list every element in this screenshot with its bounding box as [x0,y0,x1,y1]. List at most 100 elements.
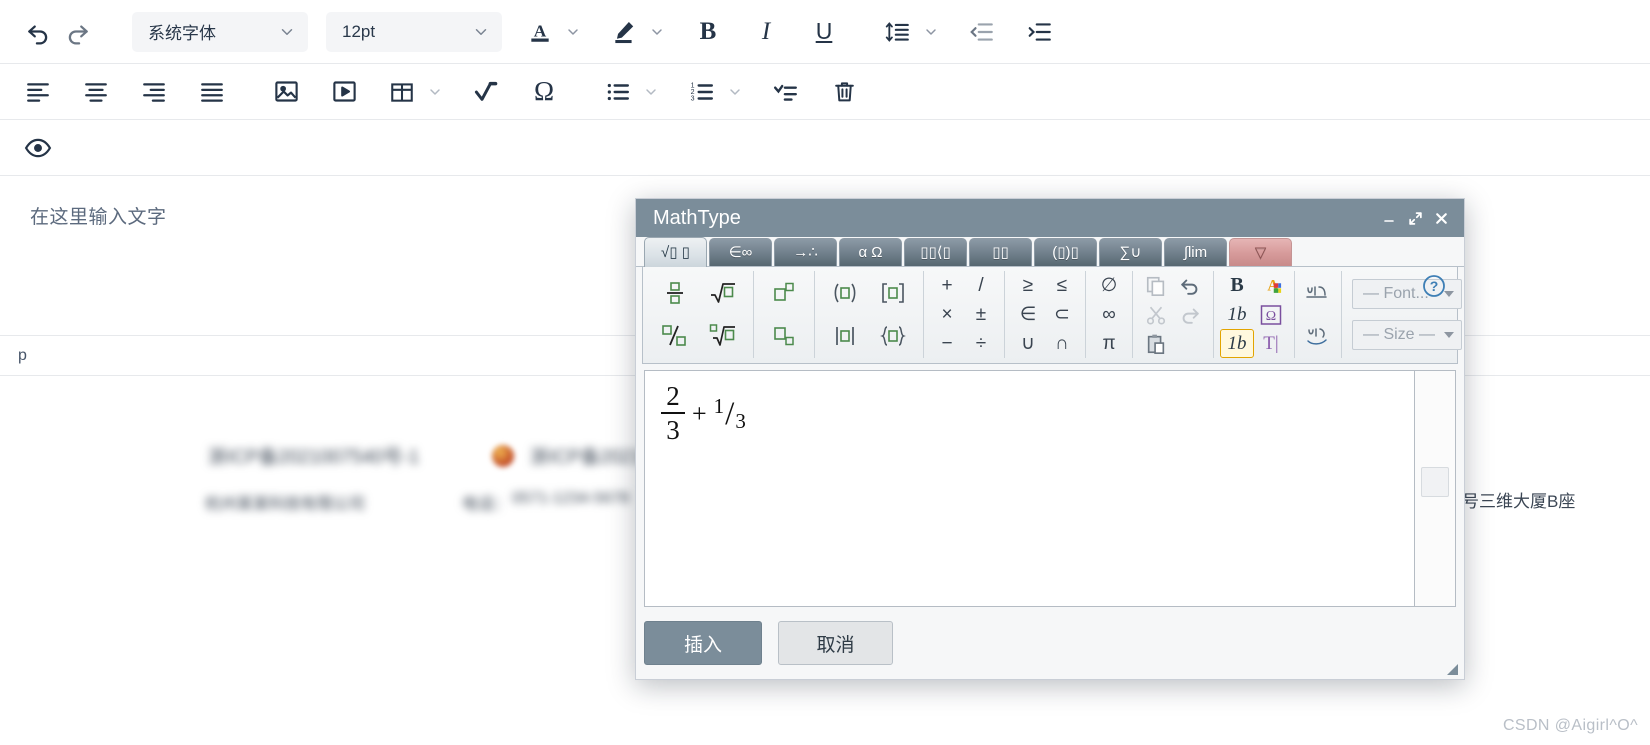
help-button[interactable]: ? [1421,273,1447,299]
operator-times[interactable]: × [930,300,964,329]
size-combo-label: — Size — [1363,325,1436,343]
outdent-button[interactable] [962,12,1002,52]
redo-button[interactable] [1173,300,1207,329]
arabic-script-button-1[interactable] [1301,278,1335,307]
todo-list-button[interactable] [766,72,806,112]
relation-leq[interactable]: ≤ [1045,271,1079,300]
special-character-button[interactable]: Ω [524,72,564,112]
tab-arrows-logic[interactable]: →∴ [774,238,837,267]
subscript-template[interactable] [760,322,808,351]
bold-style-button[interactable]: B [1220,271,1254,300]
slash-fraction-denominator: 3 [735,409,746,433]
minimize-button[interactable] [1376,203,1402,233]
arabic-script-button-2[interactable] [1301,322,1335,351]
nth-root-template[interactable] [699,322,747,351]
italic-1b-icon: 1b [1227,303,1247,325]
close-button[interactable] [1428,203,1454,233]
relation-geq[interactable]: ≥ [1011,271,1045,300]
bold-button[interactable]: B [688,12,728,52]
tab-scripts[interactable]: ▯▯ [969,238,1032,267]
symbol-emptyset[interactable]: ∅ [1092,271,1126,300]
tab-accents[interactable]: (▯)▯ [1034,238,1097,267]
relation-union[interactable]: ∪ [1011,329,1045,358]
copy-button[interactable] [1139,271,1173,300]
operator-slash[interactable]: / [964,271,998,300]
insert-image-button[interactable] [266,72,306,112]
undo-button[interactable] [1173,271,1207,300]
color-style-button[interactable]: A [1254,271,1288,300]
line-height-dropdown[interactable] [918,12,944,52]
numbered-list-button[interactable]: 1 2 3 [682,72,722,112]
text-color-dropdown[interactable] [560,12,586,52]
resize-handle[interactable] [1447,664,1458,675]
todo-list-icon [773,79,799,105]
highlight-color-dropdown[interactable] [644,12,670,52]
tab-matrices[interactable]: ▯▯⟨▯ [904,238,967,267]
operator-divide[interactable]: ÷ [964,329,998,358]
symbol-style-button[interactable]: Ω [1254,300,1288,329]
tab-fractions-radicals[interactable]: √▯ ▯ [644,237,707,267]
tab-greek-letters[interactable]: α Ω [839,238,902,267]
bullet-list-button[interactable] [598,72,638,112]
align-right-button[interactable] [134,72,174,112]
font-size-value: 12pt [342,21,376,41]
paren-template[interactable] [821,278,869,307]
indent-button[interactable] [1020,12,1060,52]
superscript-template[interactable] [760,278,808,307]
bracket-template[interactable] [869,278,917,307]
maximize-button[interactable] [1402,203,1428,233]
line-height-button[interactable] [878,12,918,52]
tab-integrals-limits[interactable]: ∫lim [1164,238,1227,267]
preview-button[interactable] [18,128,58,168]
square-root-template[interactable] [699,278,747,307]
redo-button[interactable] [58,12,98,52]
cut-button[interactable] [1139,300,1173,329]
mathtype-equation-canvas[interactable]: 2 3 + 1 / 3 [644,370,1415,607]
highlight-color-button[interactable] [604,12,644,52]
operator-plusminus[interactable]: ± [964,300,998,329]
insert-table-button[interactable] [382,72,422,112]
image-icon [273,78,300,105]
symbol-pi[interactable]: π [1092,329,1126,358]
paste-button[interactable] [1139,329,1173,358]
italic-button[interactable]: I [746,12,786,52]
clear-content-button[interactable] [824,72,864,112]
underline-button[interactable]: U [804,12,844,52]
relation-intersection[interactable]: ∩ [1045,329,1079,358]
mathtype-title-bar[interactable]: MathType [636,199,1464,237]
symbol-infinity[interactable]: ∞ [1092,300,1126,329]
insert-formula-button[interactable] [466,72,506,112]
text-color-button[interactable]: A [520,12,560,52]
text-style-button[interactable]: T| [1254,329,1288,358]
mathtype-scrollbar[interactable] [1415,370,1456,607]
math-style-button[interactable]: 1b [1220,329,1254,358]
bullet-list-dropdown[interactable] [638,72,664,112]
operator-minus[interactable]: − [930,329,964,358]
italic-style-button[interactable]: 1b [1220,300,1254,329]
table-dropdown[interactable] [422,72,448,112]
align-left-button[interactable] [18,72,58,112]
operator-plus[interactable]: + [930,271,964,300]
font-family-select[interactable]: 系统字体 [132,11,308,52]
relation-subset[interactable]: ⊂ [1045,300,1079,329]
scrollbar-thumb[interactable] [1421,467,1449,497]
tab-sets-operators[interactable]: ∈∞ [709,238,772,267]
insert-video-button[interactable] [324,72,364,112]
align-justify-button[interactable] [192,72,232,112]
mathtype-tab-strip: √▯ ▯ ∈∞ →∴ α Ω ▯▯⟨▯ ▯▯ (▯)▯ ∑∪ ∫lim ▽ [636,237,1464,267]
brace-template[interactable] [869,322,917,351]
cancel-button[interactable]: 取消 [778,621,893,665]
tab-big-operators[interactable]: ∑∪ [1099,238,1162,267]
numbered-list-dropdown[interactable] [722,72,748,112]
size-combo[interactable]: — Size — [1352,319,1462,350]
relation-element-of[interactable]: ∈ [1011,300,1045,329]
slash-fraction-template[interactable] [651,322,699,351]
bullet-list-icon [605,79,631,105]
abs-value-template[interactable] [821,322,869,351]
undo-button[interactable] [18,12,58,52]
font-size-select[interactable]: 12pt [326,11,502,52]
tab-more[interactable]: ▽ [1229,238,1292,267]
insert-button[interactable]: 插入 [644,621,762,665]
align-center-button[interactable] [76,72,116,112]
stacked-fraction-template[interactable] [651,278,699,307]
